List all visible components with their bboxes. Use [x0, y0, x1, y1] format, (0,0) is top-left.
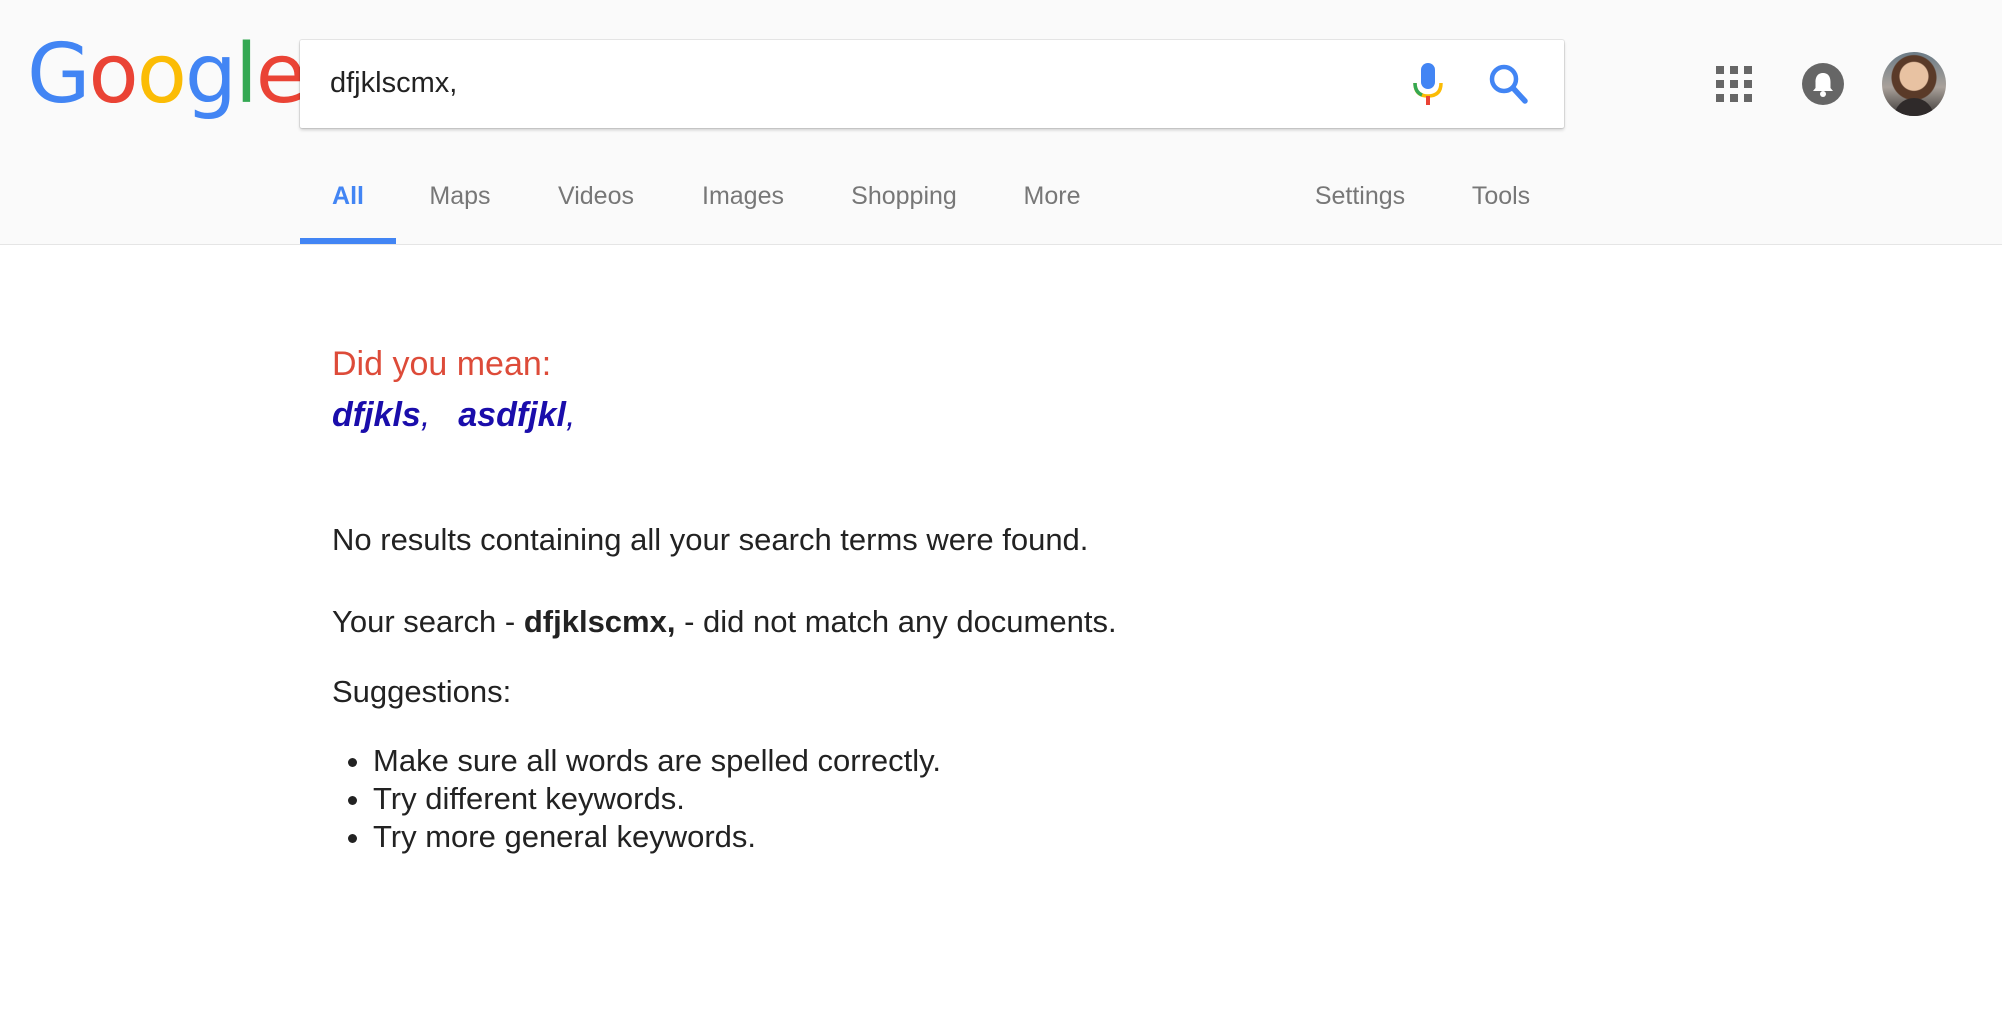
- list-item: Make sure all words are spelled correctl…: [373, 742, 941, 780]
- tab-tools[interactable]: Tools: [1466, 178, 1536, 244]
- suggestions-heading: Suggestions:: [332, 674, 512, 709]
- your-search-term: dfjklscmx,: [523, 604, 676, 639]
- your-search-suffix: - did not match any documents.: [675, 604, 1117, 639]
- list-item: Try different keywords.: [373, 780, 941, 818]
- spelling-suggestion-comma: ,: [565, 396, 576, 434]
- bell-icon[interactable]: [1802, 63, 1844, 105]
- spelling-suggestions: dfjkls, asdfjkl,: [332, 396, 575, 435]
- your-search-prefix: Your search -: [332, 604, 524, 639]
- tab-videos[interactable]: Videos: [554, 178, 638, 244]
- tab-maps[interactable]: Maps: [424, 178, 496, 244]
- your-search-message: Your search - dfjklscmx, - did not match…: [332, 604, 1117, 640]
- logo-letter-g: G: [27, 27, 91, 122]
- google-logo[interactable]: Google: [27, 34, 306, 116]
- apps-grid-icon[interactable]: [1716, 66, 1752, 102]
- search-tabs: All Maps Videos Images Shopping More Set…: [300, 178, 1600, 244]
- tab-shopping[interactable]: Shopping: [848, 178, 960, 244]
- avatar[interactable]: [1882, 52, 1946, 116]
- did-you-mean-heading: Did you mean:: [332, 345, 552, 383]
- tab-more[interactable]: More: [1020, 178, 1084, 244]
- logo-letter-g2: g: [184, 27, 237, 122]
- no-results-message: No results containing all your search te…: [332, 522, 1089, 557]
- microphone-icon[interactable]: [1410, 62, 1446, 106]
- tab-settings[interactable]: Settings: [1310, 178, 1410, 244]
- header: Google All Maps Videos Images Shopp: [0, 0, 2002, 245]
- tab-images[interactable]: Images: [698, 178, 788, 244]
- search-input[interactable]: [330, 60, 1370, 106]
- logo-letter-o1: o: [88, 27, 139, 122]
- search-box: [300, 40, 1564, 128]
- logo-letter-e: e: [255, 27, 306, 122]
- spelling-suggestion-comma: ,: [420, 396, 431, 434]
- spelling-suggestion-link[interactable]: asdfjkl: [458, 396, 566, 434]
- avatar-shirt: [1894, 98, 1934, 116]
- search-icon[interactable]: [1486, 60, 1530, 108]
- list-item: Try more general keywords.: [373, 818, 941, 856]
- suggestions-list: Make sure all words are spelled correctl…: [332, 742, 941, 856]
- logo-letter-l: l: [234, 27, 258, 122]
- tab-all[interactable]: All: [300, 178, 396, 244]
- spelling-suggestion-link[interactable]: dfjkls: [332, 396, 421, 434]
- logo-letter-o2: o: [136, 27, 187, 122]
